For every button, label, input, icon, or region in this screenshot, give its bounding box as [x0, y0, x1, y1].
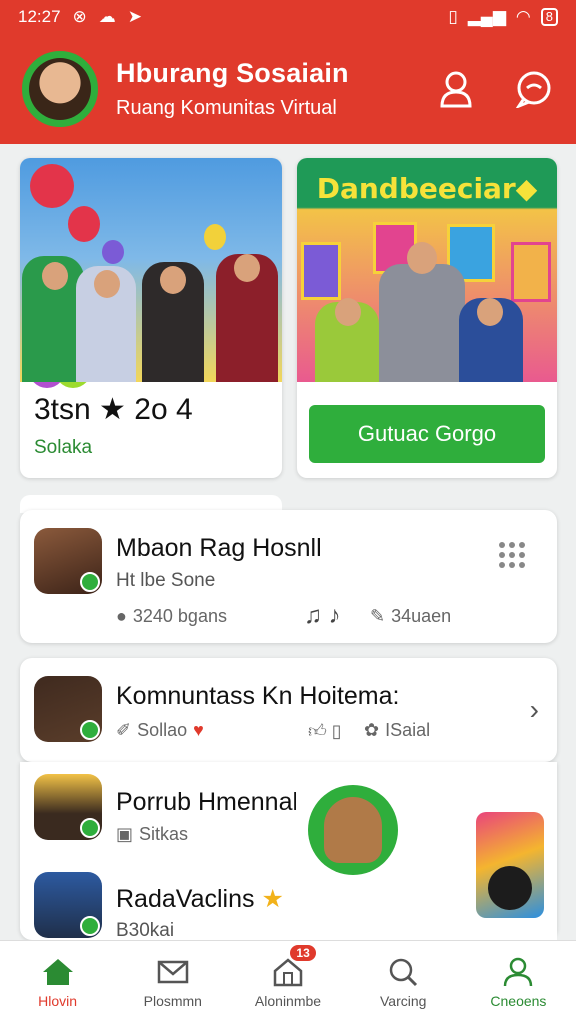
- mascot-avatar[interactable]: [308, 785, 398, 875]
- settings-label: ✿ ISaial: [364, 720, 430, 741]
- item-subtitle: Ht lbe Sone: [116, 570, 216, 591]
- heart-icon: ♥: [193, 720, 204, 740]
- notification-icon: ⊗: [72, 7, 87, 26]
- star-icon: ★: [254, 885, 284, 913]
- profile-icon[interactable]: [436, 69, 476, 109]
- list-item[interactable]: Mbaon Rag Hosnll Ht lbe Sone ● 3240 bgan…: [20, 510, 557, 643]
- building-icon: [273, 957, 303, 986]
- nav-home[interactable]: Hlovin: [0, 941, 115, 1024]
- cloud-icon: ☁: [98, 7, 116, 26]
- edit-icon: ✎: [370, 606, 386, 626]
- app-subtitle: Ruang Komunitas Virtual: [116, 97, 337, 119]
- speaker-icon: [488, 866, 532, 910]
- app-header: Hburang Sosaiain Ruang Komunitas Virtual: [0, 34, 576, 144]
- nav-messages-label: Plosmmn: [143, 992, 202, 1009]
- vibrate-icon: ▯: [448, 7, 458, 26]
- tag-text: Sitkas: [139, 824, 189, 844]
- status-bar: 12:27 ⊗ ☁ ➤ ▯ ▂▄▆ ◠ 8: [0, 0, 576, 34]
- nav-notifications-label: Aloninmbe: [254, 992, 322, 1009]
- mail-icon: [157, 960, 189, 983]
- home-icon: [42, 958, 73, 985]
- more-options-icon[interactable]: [497, 540, 527, 570]
- search-icon: [389, 958, 418, 986]
- nav-notifications[interactable]: 13 Aloninmbe: [230, 941, 345, 1024]
- promo-card[interactable]: Dandbeeciar◆ Gutuac Gorgo: [297, 158, 557, 478]
- music-icon: ♫ ♪: [304, 602, 341, 629]
- pin-icon: ✐: [116, 720, 132, 740]
- user-icon: [504, 957, 533, 986]
- profile-avatar[interactable]: [22, 51, 98, 127]
- avatar: [34, 774, 102, 840]
- nav-home-label: Hlovin: [38, 992, 78, 1009]
- edit-text: 34uaen: [391, 606, 452, 626]
- nav-profile[interactable]: Cneoens: [461, 941, 576, 1024]
- media-thumbnail[interactable]: [476, 812, 544, 918]
- bottom-nav: Hlovin Plosmmn 13 Aloninmbe Varcing Cneo…: [0, 940, 576, 1024]
- edit-count: ✎ 34uaen: [370, 606, 451, 627]
- event-card[interactable]: 3tsn ★ 2o 4 Solaka: [20, 158, 282, 478]
- item-title[interactable]: RadaVaclins ★: [116, 884, 284, 914]
- event-image: [20, 158, 282, 388]
- settings-text: ISaial: [385, 720, 431, 740]
- nav-messages[interactable]: Plosmmn: [115, 941, 230, 1024]
- promo-banner-title: Dandbeeciar◆: [316, 172, 538, 205]
- nav-profile-label: Cneoens: [490, 992, 547, 1009]
- nav-search-label: Varcing: [379, 992, 427, 1009]
- chat-icon[interactable]: [514, 69, 554, 109]
- gear-icon: ✿: [364, 720, 380, 740]
- item-title-text: RadaVaclins: [116, 885, 255, 913]
- location-pin-icon: ●: [116, 606, 127, 626]
- list-item[interactable]: Komnuntass Kn Hoitema: ✐ Sollao ♥ 👍︎ ▯ ✿…: [20, 658, 557, 762]
- thumbs-up-icon[interactable]: 👍︎ ▯: [308, 720, 342, 742]
- item-subtitle: B30kai: [116, 920, 175, 941]
- location-icon: ➤: [127, 7, 143, 26]
- event-stat: 3tsn ★ 2o 4: [34, 393, 193, 426]
- status-time: 12:27: [18, 7, 61, 26]
- likes-label: ✐ Sollao ♥: [116, 720, 204, 741]
- avatar: [34, 528, 102, 594]
- item-title: Mbaon Rag Hosnll: [116, 534, 322, 562]
- item-title: Komnuntass Kn Hoitema:: [116, 682, 400, 710]
- likes-text: Sollao: [137, 720, 188, 740]
- promo-image: Dandbeeciar◆: [297, 158, 557, 382]
- app-title: Hburang Sosaiain: [116, 58, 349, 88]
- event-tag: Solaka: [34, 437, 93, 458]
- notification-badge: 13: [290, 945, 316, 961]
- tag-icon: ▣: [116, 824, 134, 844]
- battery-icon: 8: [540, 8, 558, 26]
- wifi-icon: ◠: [515, 7, 531, 26]
- avatar: [34, 872, 102, 938]
- join-button[interactable]: Gutuac Gorgo: [309, 405, 545, 463]
- tag-label: ▣ Sitkas: [116, 824, 188, 845]
- avatar: [34, 676, 102, 742]
- signal-icon: ▂▄▆: [467, 7, 506, 26]
- members-text: 3240 bgans: [132, 606, 227, 626]
- nav-search[interactable]: Varcing: [346, 941, 461, 1024]
- chevron-right-icon[interactable]: ›: [530, 694, 539, 726]
- members-count: ● 3240 bgans: [116, 606, 227, 627]
